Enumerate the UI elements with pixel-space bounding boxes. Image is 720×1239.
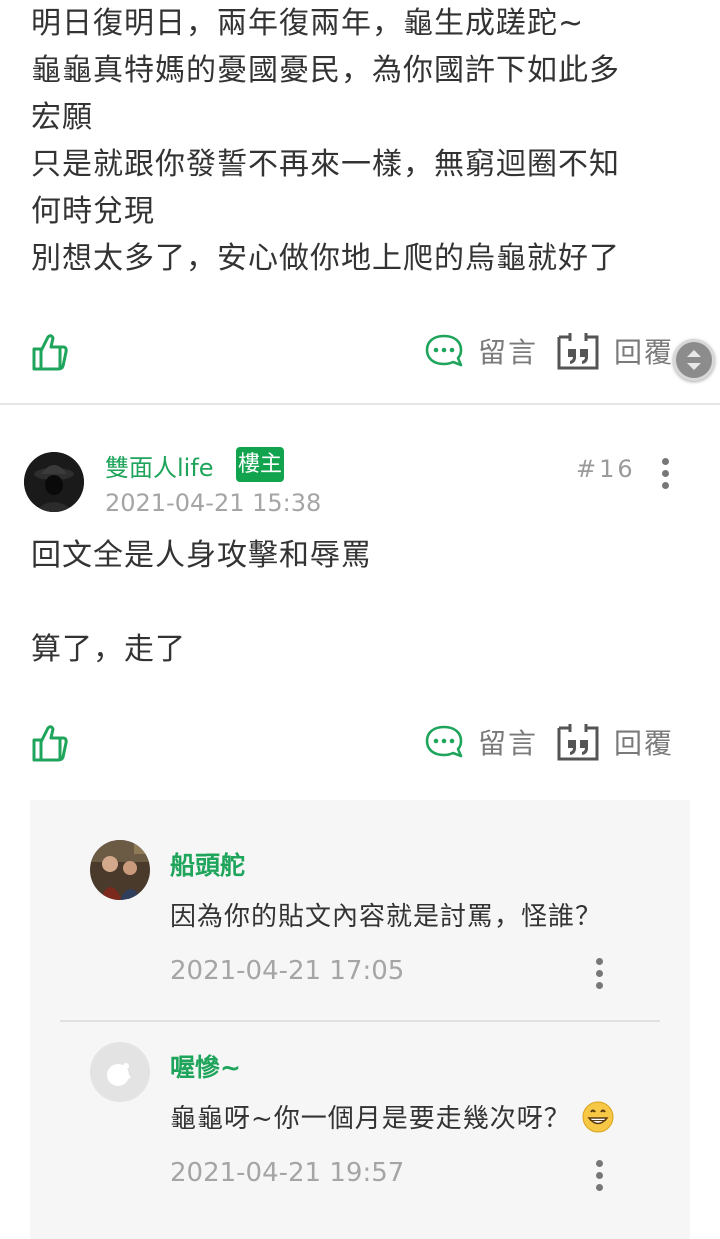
post-line: 只是就跟你發誓不再來一樣，無窮迴圈不知: [31, 147, 620, 182]
comment-bubble-icon: [425, 725, 463, 758]
floor-number: #16: [576, 455, 636, 483]
reply-text: 因為你的貼文內容就是討罵，怪誰？: [170, 902, 603, 932]
quote-reply-icon: [557, 333, 599, 370]
reply-text: 龜龜呀~你一個月是要走幾次呀？: [170, 1098, 614, 1135]
reply-author-name[interactable]: 喔慘~: [170, 1048, 241, 1084]
post-body: 算了，走了: [31, 626, 691, 673]
scroll-handle-icon[interactable]: [673, 339, 715, 381]
comment-label: 留言: [478, 336, 539, 369]
reply-divider: [60, 1020, 660, 1022]
thumbs-up-icon: [32, 334, 68, 371]
op-badge: 樓主: [236, 447, 284, 482]
comment-button[interactable]: 留言: [424, 329, 538, 373]
grinning-face-emoji: [582, 1101, 614, 1133]
post-divider: [0, 403, 720, 405]
reply-label: 回覆: [614, 336, 675, 369]
author-name[interactable]: 雙面人life: [105, 448, 214, 483]
avatar[interactable]: [90, 840, 150, 900]
avatar[interactable]: [90, 1042, 150, 1102]
avatar[interactable]: [24, 452, 84, 512]
post-body: 回文全是人身攻擊和辱罵: [31, 532, 691, 579]
post-line: 算了，走了: [31, 632, 186, 667]
reply-button[interactable]: 回覆: [556, 329, 674, 373]
post-line: 明日復明日，兩年復兩年，龜生成蹉跎~: [31, 6, 585, 41]
reply-button[interactable]: 回覆: [556, 720, 674, 764]
post-line: 宏願: [31, 100, 93, 135]
reply-text-content: 龜龜呀~你一個月是要走幾次呀？: [170, 1104, 571, 1134]
reply-label: 回覆: [614, 727, 675, 760]
post-timestamp: 2021-04-21 15:38: [105, 489, 322, 517]
more-vertical-icon[interactable]: [587, 955, 611, 989]
post-line: 何時兌現: [31, 194, 155, 229]
more-vertical-icon[interactable]: [653, 455, 677, 489]
reply-timestamp: 2021-04-21 19:57: [170, 1158, 405, 1188]
comment-bubble-icon: [425, 334, 463, 367]
post-action-bar: 留言 回覆: [0, 717, 720, 767]
thumbs-up-icon: [32, 725, 68, 762]
reply-author-name[interactable]: 船頭舵: [170, 846, 245, 882]
reply-timestamp: 2021-04-21 17:05: [170, 956, 405, 986]
like-button[interactable]: [30, 722, 72, 764]
post-action-bar: 留言 回覆: [0, 326, 720, 376]
post-line: 別想太多了，安心做你地上爬的烏龜就好了: [31, 241, 620, 276]
post-line: 龜龜真特媽的憂國憂民，為你國許下如此多: [31, 53, 620, 88]
more-vertical-icon[interactable]: [587, 1157, 611, 1191]
like-button[interactable]: [30, 331, 72, 373]
quote-reply-icon: [557, 724, 599, 761]
post-body: 明日復明日，兩年復兩年，龜生成蹉跎~ 龜龜真特媽的憂國憂民，為你國許下如此多 宏…: [31, 0, 691, 282]
comment-label: 留言: [478, 727, 539, 760]
post-line: 回文全是人身攻擊和辱罵: [31, 538, 372, 573]
comment-button[interactable]: 留言: [424, 720, 538, 764]
